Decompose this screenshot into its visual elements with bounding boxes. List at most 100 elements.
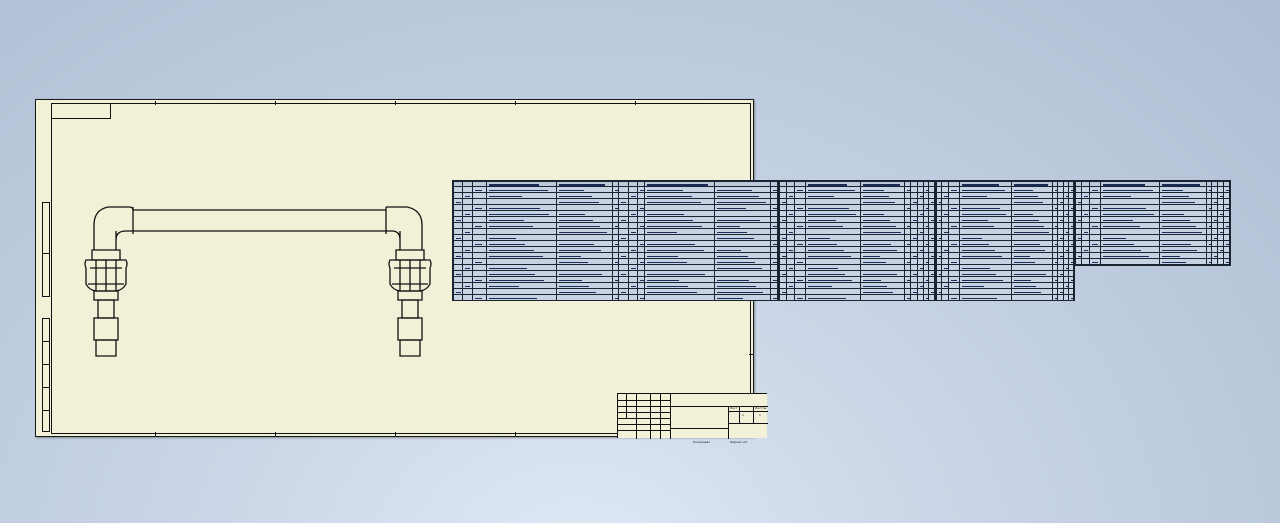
cell-text-stroke (465, 267, 471, 269)
cell-text-stroke (1013, 291, 1042, 293)
cell-text-stroke (558, 213, 586, 215)
format-label: Формат A3 (730, 440, 748, 444)
table-cell (787, 301, 794, 302)
cell-text-stroke (863, 201, 895, 203)
cell-text-stroke (1013, 225, 1045, 227)
cell-text-stroke (863, 189, 884, 191)
cell-text-stroke (1013, 255, 1030, 257)
cell-text-stroke (1161, 261, 1187, 263)
cell-text-stroke (558, 255, 581, 257)
cell-text-stroke (558, 219, 593, 221)
cell-text-stroke (465, 195, 471, 197)
cell-text-stroke (863, 261, 887, 263)
cell-text-stroke (961, 273, 997, 275)
cell-text-stroke (961, 285, 984, 287)
cell-text-stroke (488, 267, 527, 269)
cell-text-stroke (647, 195, 692, 197)
cell-text-stroke (1161, 195, 1190, 197)
sheets-total: 1 (759, 413, 761, 417)
cell-text-stroke (630, 213, 636, 215)
cell-text-stroke (944, 249, 948, 251)
cell-text-stroke (647, 225, 703, 227)
table-cell (715, 301, 771, 302)
cell-text-stroke (621, 255, 627, 257)
cell-text-stroke (789, 285, 794, 287)
table-cell (959, 301, 1011, 302)
cell-text-stroke (558, 273, 602, 275)
cell-text-stroke (630, 285, 636, 287)
cell-text-stroke (614, 243, 618, 245)
cell-text-stroke (488, 255, 544, 257)
cell-text-stroke (807, 279, 852, 281)
cell-text-stroke (913, 219, 917, 221)
cell-text-stroke (807, 285, 832, 287)
parts-list-1[interactable] (452, 180, 779, 301)
cell-text-stroke (931, 237, 934, 239)
cell-text-stroke (630, 267, 636, 269)
cell-text-stroke (1013, 189, 1033, 191)
cell-text-stroke (863, 243, 891, 245)
cell-text-stroke (558, 285, 589, 287)
cell-text-stroke (789, 231, 794, 233)
cell-text-stroke (647, 201, 701, 203)
table-cell (1068, 301, 1073, 302)
cell-text-stroke (863, 195, 890, 197)
cell-text-stroke (488, 249, 535, 251)
cell-text-stroke (1161, 225, 1197, 227)
cell-text-stroke (717, 297, 743, 299)
cell-text-stroke (944, 195, 948, 197)
cell-text-stroke (488, 219, 524, 221)
cell-text-stroke (621, 237, 627, 239)
cell-text-stroke (807, 243, 837, 245)
cell-text-stroke (1091, 261, 1099, 263)
cell-text-stroke (961, 219, 988, 221)
table-cell (1011, 301, 1053, 302)
parts-list-4[interactable] (1074, 180, 1231, 266)
cell-text-stroke (1161, 189, 1184, 191)
cell-text-stroke (1013, 243, 1040, 245)
cell-text-stroke (789, 213, 794, 215)
cell-text-stroke (796, 261, 803, 263)
cell-text-stroke (1083, 213, 1088, 215)
table-cell (929, 301, 935, 302)
cell-text-stroke (961, 249, 996, 251)
table-cell (619, 301, 628, 302)
cell-text-stroke (621, 201, 627, 203)
cell-text-stroke (931, 291, 934, 293)
cell-text-stroke (1013, 273, 1046, 275)
cell-text-stroke (807, 219, 836, 221)
cell-text-stroke (961, 243, 989, 245)
table-cell (454, 301, 463, 302)
cell-text-stroke (488, 213, 550, 215)
table-cell (861, 301, 905, 302)
parts-list-3[interactable] (935, 180, 1075, 301)
cell-text-stroke (1161, 255, 1181, 257)
cell-text-stroke (1091, 207, 1099, 209)
cell-text-stroke (1091, 189, 1099, 191)
cell-text-stroke (807, 207, 849, 209)
cell-text-stroke (863, 219, 891, 221)
cell-text-stroke (961, 184, 999, 186)
cell-text-stroke (558, 184, 605, 186)
cell-text-stroke (951, 225, 957, 227)
cell-text-stroke (558, 243, 594, 245)
cell-text-stroke (456, 237, 461, 239)
cell-text-stroke (1161, 213, 1185, 215)
cell-text-stroke (1013, 249, 1045, 251)
parts-list-2[interactable] (778, 180, 936, 301)
graphics-canvas[interactable]: Лист Листов 1 1 Копировал Формат A3 (0, 0, 1280, 523)
cell-text-stroke (913, 201, 917, 203)
cell-text-stroke (474, 297, 483, 299)
cell-text-stroke (807, 213, 856, 215)
cell-text-stroke (961, 207, 1000, 209)
cell-text-stroke (630, 195, 636, 197)
cell-text-stroke (863, 285, 887, 287)
cell-text-stroke (474, 189, 483, 191)
cell-text-stroke (717, 255, 748, 257)
cell-text-stroke (1083, 249, 1088, 251)
cell-text-stroke (807, 237, 830, 239)
cell-text-stroke (1226, 207, 1229, 209)
cell-text-stroke (640, 261, 644, 263)
cell-text-stroke (1070, 261, 1073, 263)
cell-text-stroke (630, 231, 636, 233)
